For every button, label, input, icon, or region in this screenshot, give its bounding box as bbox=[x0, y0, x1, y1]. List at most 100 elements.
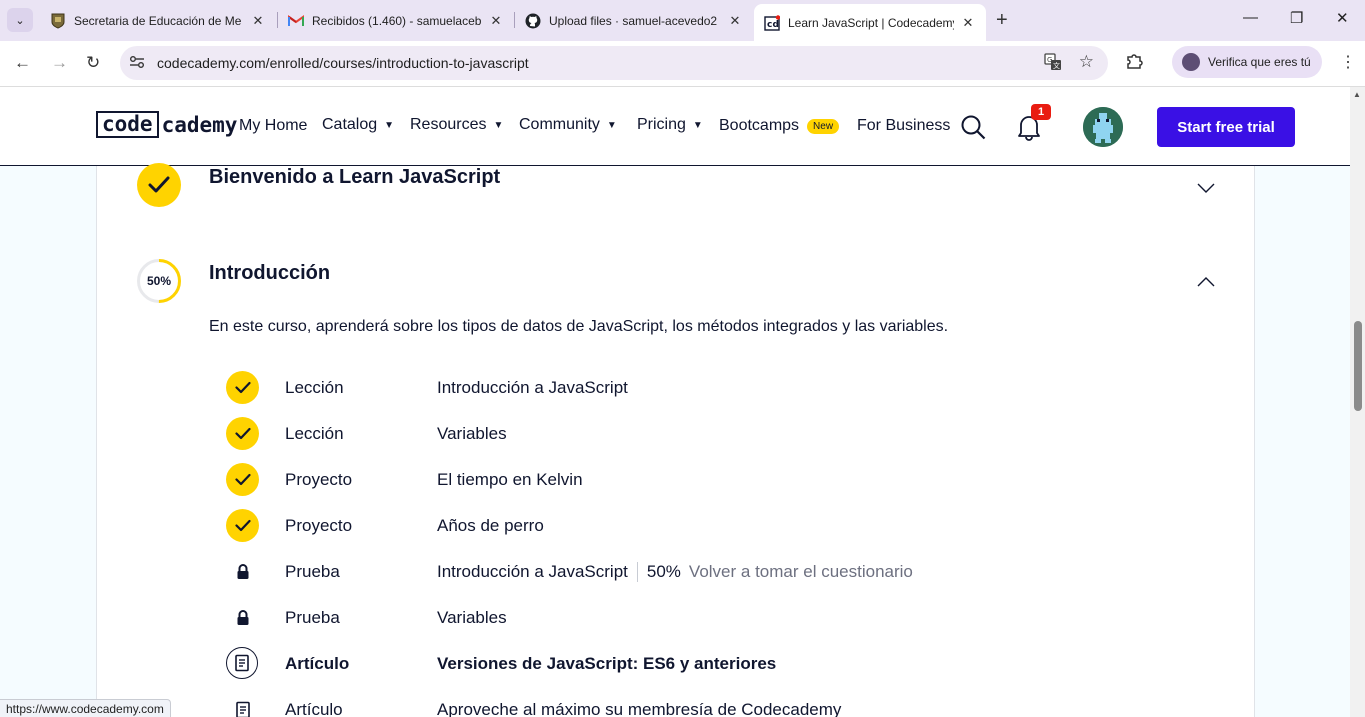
divider bbox=[636, 562, 638, 582]
chevron-down-icon: ⌄ bbox=[15, 14, 25, 27]
close-window-button[interactable]: ✕ bbox=[1336, 9, 1349, 27]
user-avatar[interactable] bbox=[1083, 107, 1123, 147]
item-complete-check-icon bbox=[226, 463, 259, 496]
codecademy-logo[interactable]: code cademy bbox=[96, 111, 237, 138]
browser-tab-sep[interactable]: Secretaria de Educación de Me ✕ bbox=[40, 6, 276, 35]
nav-label: Bootcamps bbox=[719, 117, 800, 134]
nav-community[interactable]: Community ▼ bbox=[519, 116, 617, 134]
item-name[interactable]: Aproveche al máximo su membresía de Code… bbox=[437, 700, 841, 717]
item-name[interactable]: Variables bbox=[437, 424, 507, 444]
caret-down-icon: ▼ bbox=[692, 119, 703, 131]
codecademy-icon: cd bbox=[764, 14, 780, 31]
bookmark-star-icon[interactable]: ☆ bbox=[1079, 52, 1094, 72]
nav-my-home[interactable]: My Home bbox=[239, 117, 307, 135]
search-icon[interactable] bbox=[960, 114, 986, 140]
syllabus-item[interactable]: Proyecto Años de perro bbox=[226, 508, 1226, 544]
article-icon bbox=[226, 693, 259, 717]
forward-arrow-icon[interactable]: → bbox=[51, 53, 68, 73]
close-tab-icon[interactable]: ✕ bbox=[727, 13, 743, 29]
item-name[interactable]: Introducción a JavaScript 50% Volver a t… bbox=[437, 562, 913, 582]
item-complete-check-icon bbox=[226, 371, 259, 404]
address-bar[interactable]: codecademy.com/enrolled/courses/introduc… bbox=[120, 46, 1108, 80]
browser-tab-codecademy[interactable]: cd Learn JavaScript | Codecademy ✕ bbox=[754, 4, 986, 41]
browser-tab-strip: ⌄ Secretaria de Educación de Me ✕ Recibi… bbox=[0, 0, 1365, 41]
syllabus-item-current[interactable]: Artículo Versiones de JavaScript: ES6 y … bbox=[226, 646, 1226, 682]
item-name-text: Introducción a JavaScript bbox=[437, 378, 628, 397]
nav-resources[interactable]: Resources ▼ bbox=[410, 116, 503, 134]
minimize-window-button[interactable]: — bbox=[1243, 9, 1258, 26]
item-name[interactable]: Versiones de JavaScript: ES6 y anteriore… bbox=[437, 654, 776, 674]
nav-catalog[interactable]: Catalog ▼ bbox=[322, 116, 394, 134]
item-type: Prueba bbox=[285, 608, 340, 627]
syllabus-item[interactable]: Prueba Variables bbox=[226, 600, 1226, 636]
item-type: Artículo bbox=[285, 700, 343, 717]
nav-label: For Business bbox=[857, 117, 951, 134]
item-name-text: Versiones de JavaScript: ES6 y anteriore… bbox=[437, 654, 777, 673]
tab-search-button[interactable]: ⌄ bbox=[7, 8, 33, 32]
module-description: En este curso, aprenderá sobre los tipos… bbox=[209, 318, 949, 335]
syllabus-item[interactable]: Artículo Aproveche al máximo su membresí… bbox=[226, 692, 1226, 717]
item-complete-check-icon bbox=[226, 417, 259, 450]
back-arrow-icon[interactable]: ← bbox=[14, 53, 31, 73]
new-badge: New bbox=[807, 118, 840, 134]
module-complete-check-icon bbox=[137, 163, 181, 207]
item-name[interactable]: El tiempo en Kelvin bbox=[437, 470, 583, 490]
item-name[interactable]: Años de perro bbox=[437, 516, 544, 536]
start-free-trial-button[interactable]: Start free trial bbox=[1157, 107, 1295, 147]
item-type: Proyecto bbox=[285, 516, 353, 535]
site-info-icon[interactable] bbox=[129, 55, 145, 72]
chevron-up-icon[interactable] bbox=[1196, 275, 1216, 293]
chevron-down-icon[interactable] bbox=[1196, 181, 1216, 199]
close-tab-icon[interactable]: ✕ bbox=[488, 13, 504, 29]
syllabus-item[interactable]: Prueba Introducción a JavaScript 50% Vol… bbox=[226, 554, 1226, 590]
module-title-intro[interactable]: Introducción bbox=[209, 262, 330, 285]
item-name[interactable]: Introducción a JavaScript bbox=[437, 378, 628, 398]
scrollbar-thumb[interactable] bbox=[1354, 321, 1362, 411]
profile-avatar-icon bbox=[1182, 53, 1200, 71]
caret-down-icon: ▼ bbox=[384, 119, 395, 131]
syllabus-item[interactable]: Proyecto El tiempo en Kelvin bbox=[226, 462, 1226, 498]
tab-title: Secretaria de Educación de Me bbox=[74, 13, 242, 28]
nav-pricing[interactable]: Pricing ▼ bbox=[637, 116, 703, 134]
notification-count-badge: 1 bbox=[1031, 104, 1051, 120]
nav-label: Catalog bbox=[322, 116, 378, 133]
item-name-text: Aproveche al máximo su membresía de Code… bbox=[437, 700, 842, 717]
item-name[interactable]: Variables bbox=[437, 608, 507, 628]
module-title-welcome[interactable]: Bienvenido a Learn JavaScript bbox=[209, 166, 500, 189]
github-icon bbox=[525, 13, 541, 29]
gmail-icon bbox=[288, 13, 304, 29]
item-name-text: Variables bbox=[437, 608, 507, 627]
browser-tab-github[interactable]: Upload files · samuel-acevedo2 ✕ bbox=[515, 6, 753, 35]
profile-verify-button[interactable]: Verifica que eres tú bbox=[1172, 46, 1322, 78]
syllabus-item[interactable]: Lección Introducción a JavaScript bbox=[226, 370, 1226, 406]
retake-quiz-link[interactable]: Volver a tomar el cuestionario bbox=[689, 562, 913, 582]
nav-label: Pricing bbox=[637, 116, 686, 133]
restore-window-button[interactable]: ❐ bbox=[1290, 9, 1303, 27]
site-header: code cademy My Home Catalog ▼ Resources ▼ C… bbox=[0, 87, 1350, 166]
nav-bootcamps[interactable]: Bootcamps New bbox=[719, 117, 840, 135]
school-crest-icon bbox=[50, 13, 66, 29]
nav-label: Community bbox=[519, 116, 600, 133]
module-progress-ring: 50% bbox=[136, 258, 182, 304]
translate-icon[interactable]: G文 bbox=[1044, 53, 1062, 74]
new-tab-button[interactable]: + bbox=[996, 9, 1008, 32]
module-progress-label: 50% bbox=[146, 274, 172, 288]
tab-title: Learn JavaScript | Codecademy bbox=[788, 15, 954, 30]
item-type: Lección bbox=[285, 424, 344, 443]
scroll-up-arrow-icon[interactable]: ▲ bbox=[1353, 90, 1361, 99]
nav-for-business[interactable]: For Business bbox=[857, 117, 950, 135]
item-type: Artículo bbox=[285, 654, 350, 673]
tab-title: Upload files · samuel-acevedo2 bbox=[549, 13, 718, 28]
extensions-puzzle-icon[interactable] bbox=[1125, 52, 1143, 75]
svg-text:文: 文 bbox=[1053, 61, 1060, 70]
browser-menu-icon[interactable]: ⋮ bbox=[1340, 52, 1356, 72]
url-text[interactable]: codecademy.com/enrolled/courses/introduc… bbox=[157, 55, 529, 71]
browser-tab-gmail[interactable]: Recibidos (1.460) - samuelaceb ✕ bbox=[278, 6, 514, 35]
syllabus-item[interactable]: Lección Variables bbox=[226, 416, 1226, 452]
close-tab-icon[interactable]: ✕ bbox=[250, 13, 266, 29]
close-tab-icon[interactable]: ✕ bbox=[960, 15, 976, 31]
item-complete-check-icon bbox=[226, 509, 259, 542]
lock-icon bbox=[226, 601, 259, 634]
item-name-text: Variables bbox=[437, 424, 507, 443]
reload-icon[interactable]: ↻ bbox=[86, 53, 100, 73]
